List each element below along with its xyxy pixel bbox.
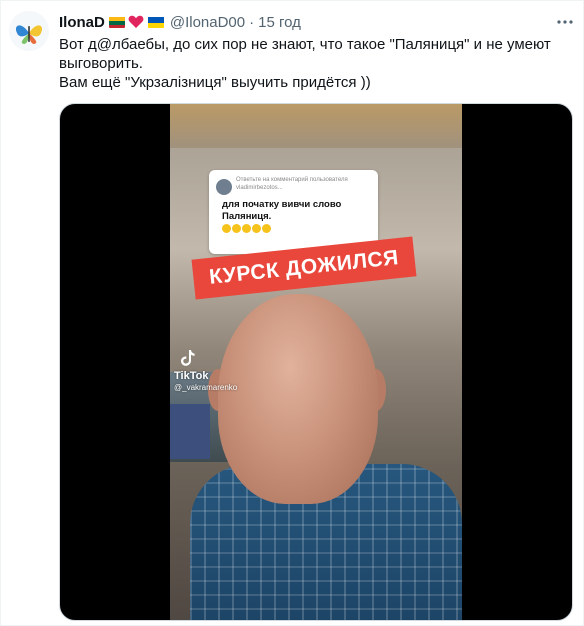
emoji-row	[216, 224, 371, 233]
author-name[interactable]: IlonaD	[59, 14, 105, 31]
header-separator: ·	[249, 13, 255, 31]
more-dots-icon	[557, 20, 573, 24]
tiktok-label: TikTok	[174, 370, 209, 382]
tweet-card[interactable]: IlonaD @IlonaD00 · 15 год Вот д@лбаебы, …	[0, 0, 584, 626]
lithuania-flag-icon	[108, 16, 125, 28]
laughing-emoji-icon	[232, 224, 241, 233]
car-sun-visor	[170, 104, 462, 148]
more-options-button[interactable]	[554, 11, 576, 33]
video-player[interactable]: Ответьте на комментарий пользователя vla…	[59, 103, 573, 621]
comment-text: для початку вивчи слово Паляниця.	[222, 199, 342, 222]
tiktok-watermark: TikTok @_vakramarenko	[174, 349, 237, 392]
tweet-header: IlonaD @IlonaD00 · 15 год	[59, 11, 301, 33]
laughing-emoji-icon	[262, 224, 271, 233]
author-handle[interactable]: @IlonaD00	[170, 14, 245, 31]
avatar[interactable]	[9, 11, 49, 51]
tweet-text-line-2: Вам ещё "Укрзалізниця" выучить придётся …	[59, 74, 371, 91]
heart-icon	[128, 15, 144, 29]
tweet-text-line-1: Вот д@лбаебы, до сих пор не знают, что т…	[59, 36, 551, 72]
commenter-avatar	[216, 179, 232, 195]
tweet-text: Вот д@лбаебы, до сих пор не знают, что т…	[59, 35, 564, 92]
tiktok-username: @_vakramarenko	[174, 383, 238, 392]
laughing-emoji-icon	[222, 224, 231, 233]
comment-reference: Ответьте на комментарий пользователя vla…	[236, 177, 348, 191]
person-head	[218, 294, 378, 504]
video-frame[interactable]: Ответьте на комментарий пользователя vla…	[170, 104, 462, 620]
butterfly-logo-icon	[9, 11, 49, 51]
laughing-emoji-icon	[252, 224, 261, 233]
comment-reply-bubble: Ответьте на комментарий пользователя vla…	[209, 170, 378, 254]
tweet-timestamp[interactable]: 15 год	[258, 14, 301, 31]
laughing-emoji-icon	[242, 224, 251, 233]
ukraine-flag-icon	[147, 16, 164, 28]
tiktok-logo-icon	[181, 350, 195, 366]
car-door	[170, 404, 210, 459]
